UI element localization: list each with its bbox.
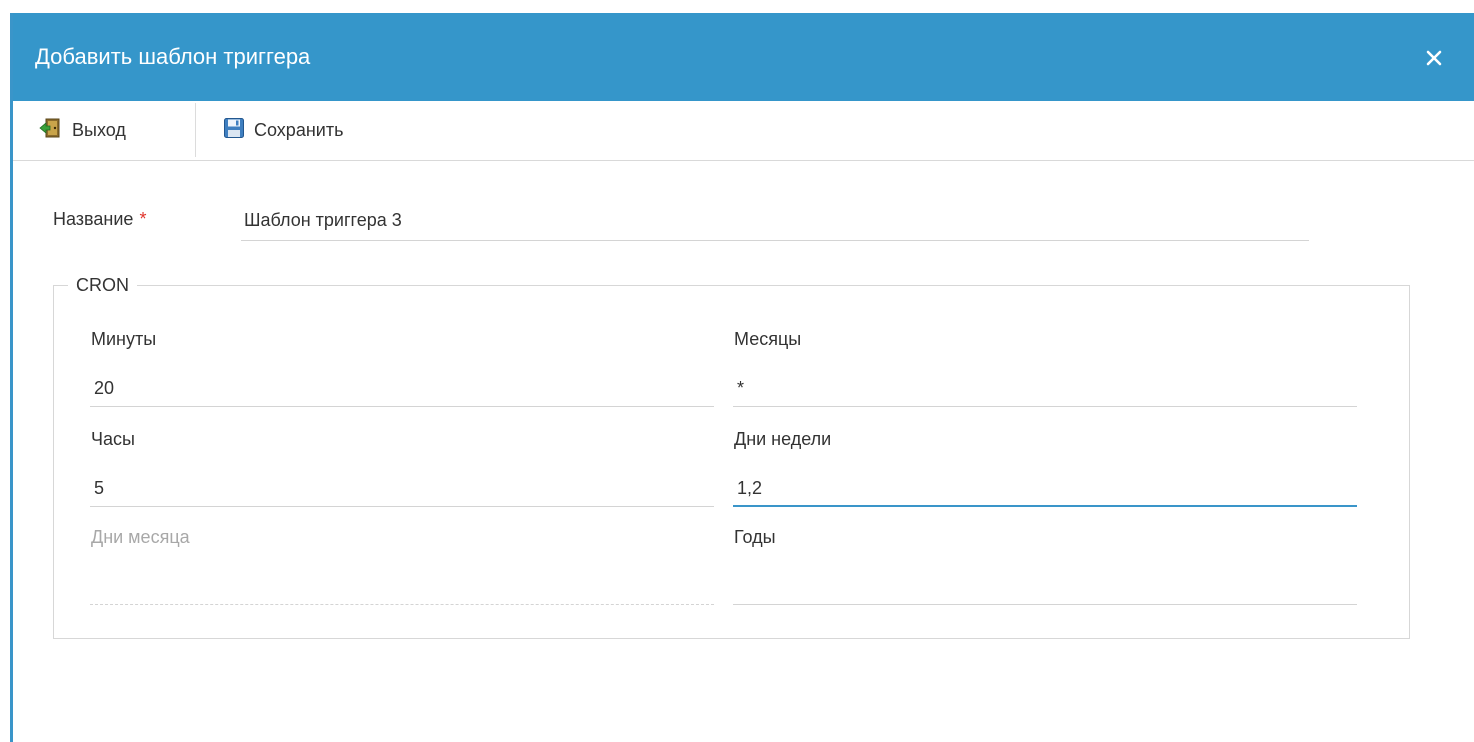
- add-trigger-template-dialog: Добавить шаблон триггера Выход Сохранить…: [10, 13, 1474, 742]
- days-of-week-label: Дни недели: [734, 429, 832, 449]
- days-of-month-label: Дни месяца: [91, 527, 190, 547]
- dialog-title: Добавить шаблон триггера: [35, 44, 311, 69]
- years-input[interactable]: [733, 567, 1357, 605]
- exit-button-label: Выход: [72, 120, 126, 140]
- months-label: Месяцы: [734, 329, 802, 349]
- save-button[interactable]: Сохранить: [223, 101, 343, 160]
- name-label: Название *: [53, 209, 146, 230]
- save-button-label: Сохранить: [254, 120, 344, 140]
- minutes-label: Минуты: [91, 329, 157, 349]
- toolbar: Выход Сохранить: [13, 101, 1474, 161]
- hours-input[interactable]: 5: [90, 469, 714, 507]
- days-of-week-input[interactable]: 1,2: [733, 469, 1357, 507]
- days-of-month-input[interactable]: [90, 567, 714, 605]
- name-label-text: Название: [53, 209, 134, 229]
- exit-button[interactable]: Выход: [39, 101, 126, 160]
- months-input[interactable]: *: [733, 369, 1357, 407]
- years-label: Годы: [734, 527, 776, 547]
- cron-legend: CRON: [68, 272, 137, 298]
- required-mark: *: [139, 209, 147, 229]
- dialog-titlebar: Добавить шаблон триггера: [13, 13, 1474, 101]
- page: Добавить шаблон триггера Выход Сохранить…: [0, 0, 1474, 742]
- close-icon[interactable]: [1423, 47, 1445, 69]
- floppy-disk-icon: [223, 117, 245, 144]
- name-input[interactable]: Шаблон триггера 3: [241, 199, 1309, 241]
- exit-door-icon: [39, 117, 63, 144]
- hours-label: Часы: [91, 429, 135, 449]
- minutes-input[interactable]: 20: [90, 369, 714, 407]
- toolbar-separator: [195, 103, 196, 157]
